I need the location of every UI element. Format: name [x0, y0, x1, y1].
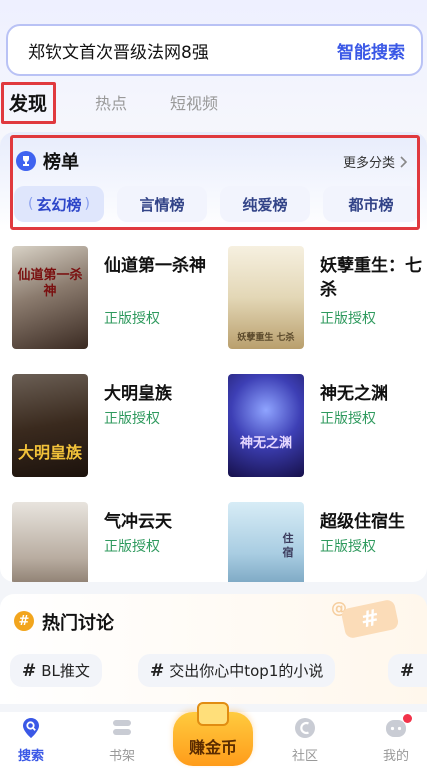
hashtag-decoration-icon: #	[340, 598, 400, 640]
license-tag: 正版授权	[104, 539, 160, 555]
topic-chip[interactable]: #	[388, 654, 427, 687]
hashtag-icon: #	[150, 660, 165, 681]
nav-label: 社区	[291, 749, 318, 764]
ranking-card: 榜单 更多分类 ( 玄幻榜 ) 言情榜 纯爱榜 都市榜 仙道第一杀神 仙道第一杀…	[0, 132, 427, 582]
nav-label: 搜索	[17, 749, 44, 764]
book-cover: 仙道第一杀神	[12, 246, 88, 349]
cover-title: 住宿	[282, 532, 294, 559]
book-item[interactable]: 妖孽重生 七杀 妖孽重生：七杀 正版授权	[228, 246, 427, 356]
earn-coins-button[interactable]: 赚金币	[173, 702, 253, 766]
book-item[interactable]: 气冲云天 正版授权	[12, 502, 218, 582]
cover-title: 大明皇族	[17, 443, 82, 462]
license-tag: 正版授权	[104, 311, 160, 327]
book-title: 超级住宿生	[320, 512, 405, 532]
nav-community[interactable]: 社区	[275, 712, 335, 768]
book-item[interactable]: 大明皇族 大明皇族 正版授权	[12, 374, 218, 484]
community-icon	[295, 718, 315, 738]
hashtag-icon: #	[14, 611, 34, 631]
book-title: 气冲云天	[104, 512, 172, 532]
book-item[interactable]: 仙道第一杀神 仙道第一杀神 正版授权	[12, 246, 218, 356]
license-tag: 正版授权	[320, 411, 376, 427]
tab-hot[interactable]: 热点	[95, 90, 127, 114]
book-item[interactable]: 神无之渊 神无之渊 正版授权	[228, 374, 427, 484]
book-title: 妖孽重生：七杀	[320, 256, 422, 300]
smart-search-button[interactable]: 智能搜索	[337, 38, 405, 63]
highlight-box-tab	[1, 82, 56, 124]
book-title: 大明皇族	[104, 384, 172, 404]
license-tag: 正版授权	[320, 311, 376, 327]
license-tag: 正版授权	[320, 539, 376, 555]
cover-title: 仙道第一杀神	[17, 268, 83, 299]
topic-chip[interactable]: # BL推文	[10, 654, 102, 687]
earn-coins-label: 赚金币	[188, 738, 237, 757]
book-cover: 住宿	[228, 502, 304, 582]
search-bar[interactable]: 郑钦文首次晋级法网8强 智能搜索	[6, 24, 423, 76]
bookshelf-icon	[113, 720, 131, 735]
book-cover: 妖孽重生 七杀	[228, 246, 304, 349]
nav-search[interactable]: 搜索	[1, 712, 61, 768]
book-cover: 神无之渊	[228, 374, 304, 477]
nav-label: 书架	[108, 749, 135, 764]
book-item[interactable]: 住宿 超级住宿生 正版授权	[228, 502, 427, 582]
coin-book-icon	[197, 702, 229, 726]
topic-chip[interactable]: # 交出你心中top1的小说	[138, 654, 336, 687]
nav-label: 我的	[382, 749, 409, 764]
hashtag-icon: #	[22, 660, 37, 681]
license-tag: 正版授权	[104, 411, 160, 427]
notification-badge	[403, 714, 412, 723]
cover-title: 妖孽重生 七杀	[237, 333, 295, 343]
book-title: 仙道第一杀神	[104, 256, 206, 276]
book-cover	[12, 502, 88, 582]
nav-profile[interactable]: 我的	[366, 712, 426, 768]
hashtag-icon: #	[400, 660, 415, 681]
hot-discussion-section: # 热门讨论 @ # # BL推文 # 交出你心中top1的小说 #	[0, 594, 427, 704]
topic-label: BL推文	[41, 662, 90, 680]
search-input[interactable]: 郑钦文首次晋级法网8强	[28, 38, 337, 63]
search-location-icon	[23, 718, 39, 738]
cover-title: 神无之渊	[239, 436, 292, 451]
highlight-box-ranking	[10, 135, 420, 230]
topic-label: 交出你心中top1的小说	[169, 662, 324, 680]
book-cover: 大明皇族	[12, 374, 88, 477]
nav-bookshelf[interactable]: 书架	[92, 712, 152, 768]
top-tabs: 发现 热点 短视频	[0, 82, 427, 126]
hot-discussion-title: 热门讨论	[42, 613, 114, 634]
tab-short-video[interactable]: 短视频	[170, 90, 218, 114]
book-title: 神无之渊	[320, 384, 388, 404]
